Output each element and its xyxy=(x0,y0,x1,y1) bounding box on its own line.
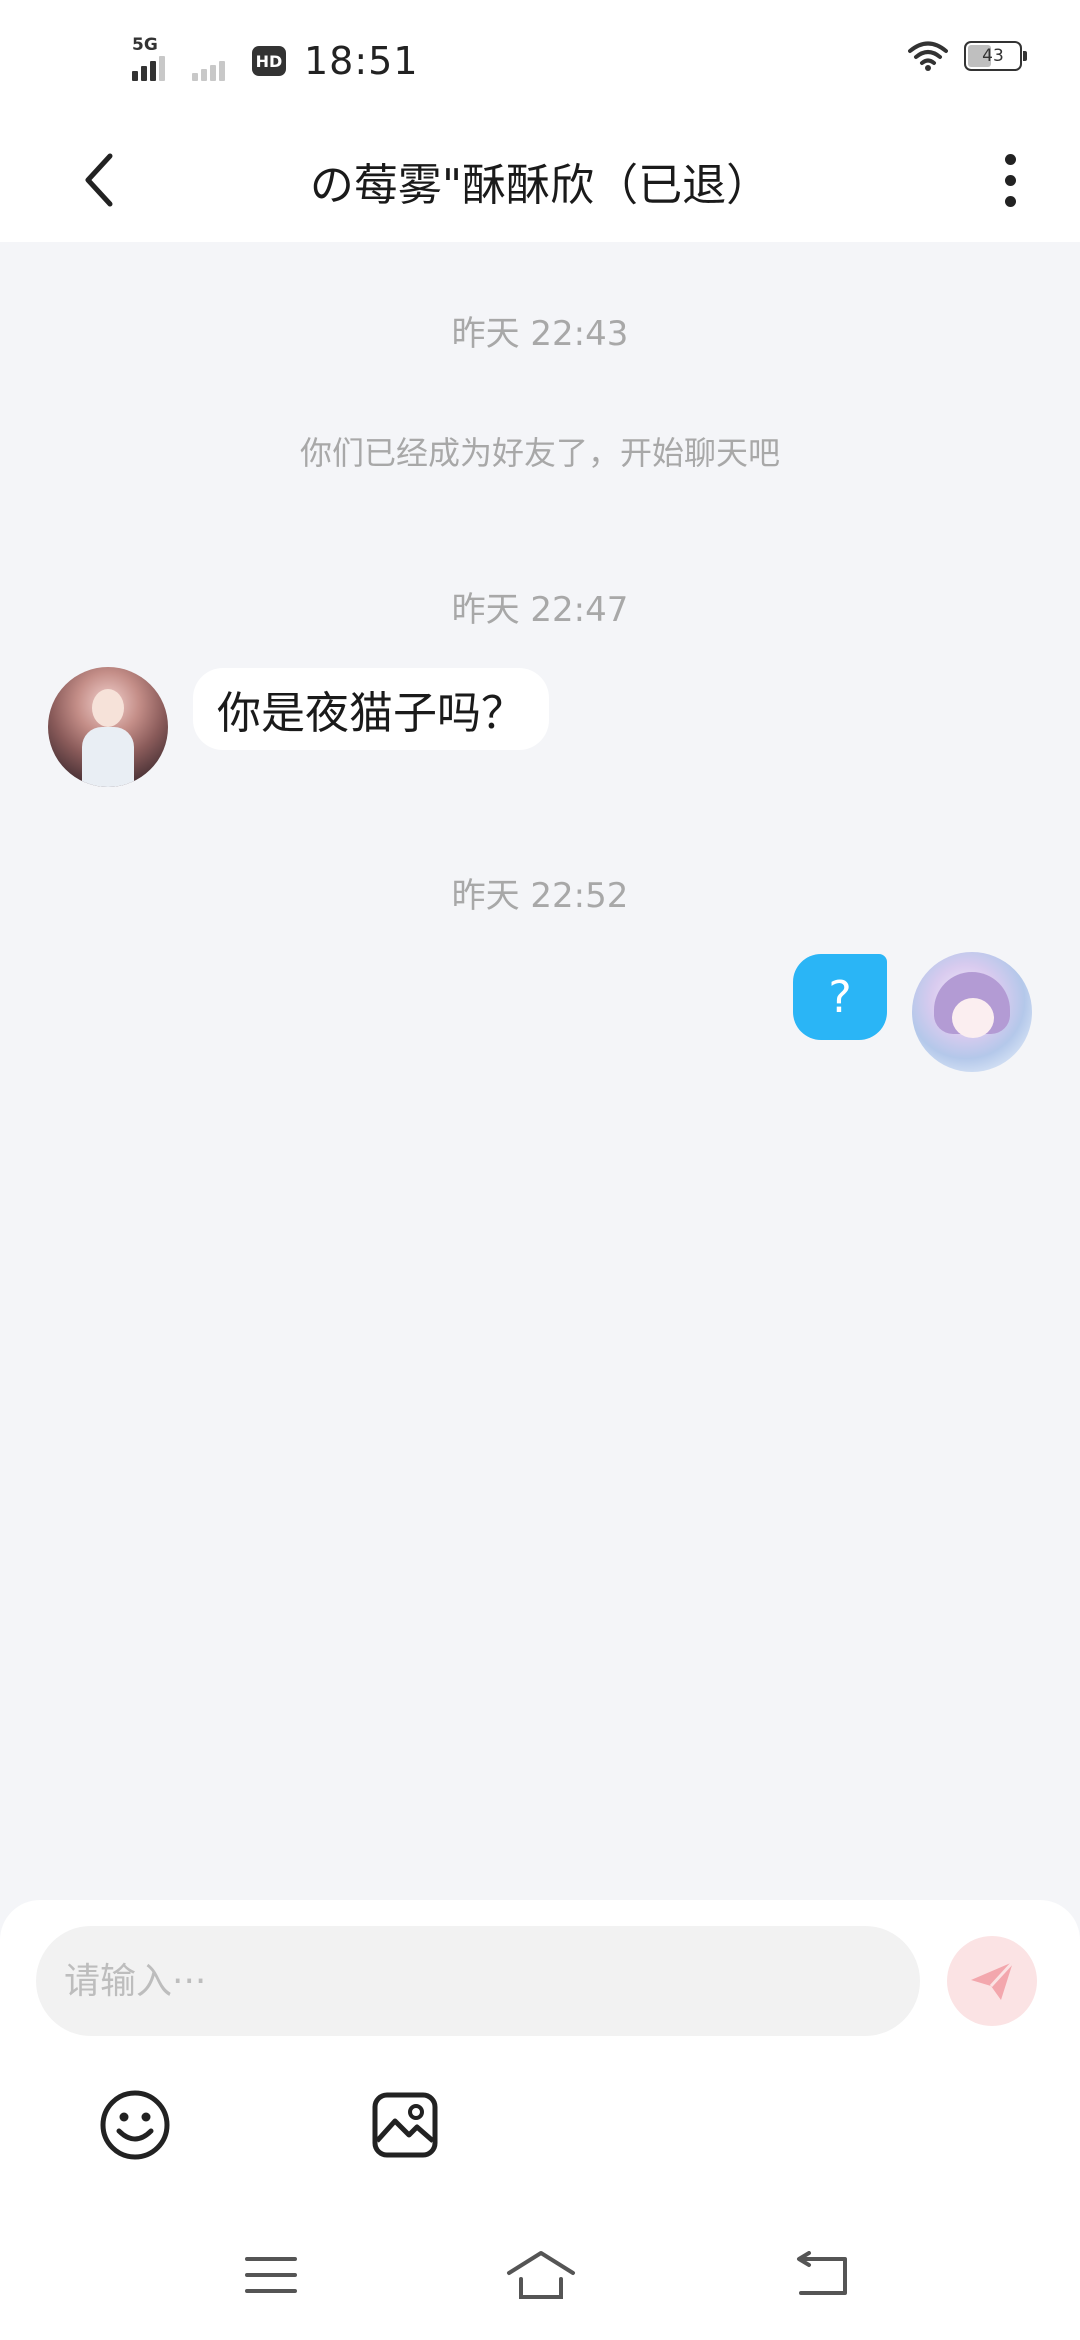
back-button[interactable] xyxy=(60,140,140,220)
outgoing-message-bubble[interactable]: ? xyxy=(793,954,887,1040)
timestamp: 昨天 22:43 xyxy=(451,314,629,354)
battery-icon: 43 xyxy=(964,41,1027,71)
battery-level: 43 xyxy=(982,46,1004,66)
menu-icon xyxy=(245,2257,297,2293)
incoming-message-bubble[interactable]: 你是夜猫子吗？ xyxy=(193,668,549,750)
emoji-button[interactable] xyxy=(90,2080,180,2170)
signal-icon: 5G xyxy=(132,35,174,81)
send-icon xyxy=(971,1960,1015,2000)
back-arrow-icon xyxy=(85,153,113,207)
chat-screen: 5G HD 18:51 43 の莓雾"酥酥欣（已退） 昨天 22:43 你们已经… xyxy=(0,0,1080,2340)
contact-avatar[interactable] xyxy=(48,667,168,787)
back-nav-button[interactable] xyxy=(778,2240,868,2310)
system-nav-bar xyxy=(0,2220,1080,2340)
timestamp: 昨天 22:47 xyxy=(451,590,629,630)
status-right: 43 xyxy=(908,40,1027,72)
chat-header: の莓雾"酥酥欣（已退） xyxy=(0,120,1080,242)
timestamp: 昨天 22:52 xyxy=(451,876,629,916)
back-icon xyxy=(797,2251,847,2295)
signal-2-icon xyxy=(192,41,234,81)
status-bar: 5G HD 18:51 43 xyxy=(0,0,1080,120)
home-nav-button[interactable] xyxy=(496,2240,586,2310)
more-vertical-icon xyxy=(1004,153,1016,207)
my-avatar[interactable] xyxy=(912,952,1032,1072)
hd-icon: HD xyxy=(252,46,286,76)
more-options-button[interactable] xyxy=(980,140,1040,220)
system-message: 你们已经成为好友了，开始聊天吧 xyxy=(299,434,780,472)
message-input[interactable] xyxy=(36,1926,920,2036)
emoji-icon xyxy=(100,2090,170,2160)
menu-nav-button[interactable] xyxy=(226,2240,316,2310)
status-left: 5G HD 18:51 xyxy=(132,35,419,86)
image-icon xyxy=(372,2092,438,2158)
chat-title: の莓雾"酥酥欣（已退） xyxy=(309,160,771,211)
image-button[interactable] xyxy=(360,2080,450,2170)
wifi-icon xyxy=(908,41,948,71)
network-label: 5G xyxy=(132,35,158,55)
home-icon xyxy=(507,2251,575,2299)
send-button[interactable] xyxy=(947,1936,1037,2026)
status-time: 18:51 xyxy=(304,39,419,83)
